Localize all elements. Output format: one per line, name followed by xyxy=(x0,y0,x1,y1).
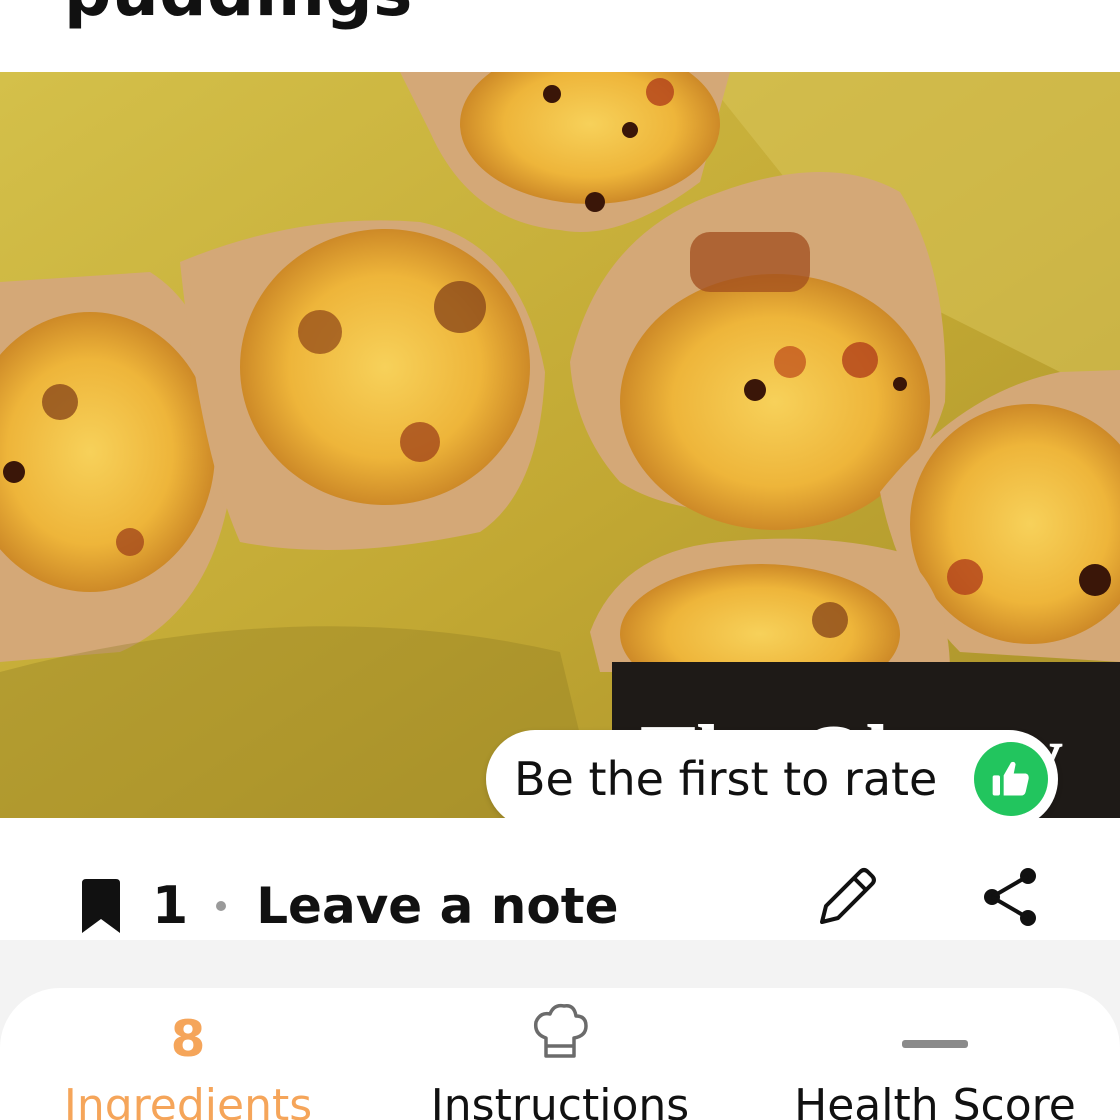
rate-button[interactable]: Be the first to rate xyxy=(486,730,1058,818)
hero-image[interactable]: The Observ Be the first to rate xyxy=(0,72,1120,818)
separator-dot xyxy=(216,901,227,911)
bread-pudding-photo: The Observ xyxy=(0,72,1120,818)
title-bar: puddings xyxy=(0,0,1120,72)
recipe-title: puddings xyxy=(64,0,413,31)
recipe-tabs: 8 Ingredients Instructions Health Score xyxy=(0,988,1120,1120)
recipe-screen: puddings xyxy=(0,0,1120,1120)
save-note-row: 1 Leave a note xyxy=(78,874,619,938)
share-icon[interactable] xyxy=(978,864,1044,930)
tab-ingredients-label: Ingredients xyxy=(63,1080,313,1120)
tab-health-score-label: Health Score xyxy=(794,1080,1076,1120)
bookmark-icon[interactable] xyxy=(78,877,124,935)
pencil-icon[interactable] xyxy=(812,862,882,932)
rating-prompt: Be the first to rate xyxy=(514,752,938,806)
tab-instructions-label: Instructions xyxy=(430,1080,690,1120)
ingredient-count: 8 xyxy=(170,1010,206,1068)
tab-instructions[interactable]: Instructions xyxy=(410,988,710,1120)
leave-note-link[interactable]: Leave a note xyxy=(256,877,618,935)
tab-ingredients[interactable]: 8 Ingredients xyxy=(40,988,336,1120)
chef-hat-icon xyxy=(533,1003,588,1058)
tab-health-score[interactable]: Health Score xyxy=(770,988,1100,1120)
thumbs-up-icon xyxy=(974,742,1048,816)
save-count: 1 xyxy=(152,876,189,936)
dash-icon xyxy=(902,1040,968,1048)
